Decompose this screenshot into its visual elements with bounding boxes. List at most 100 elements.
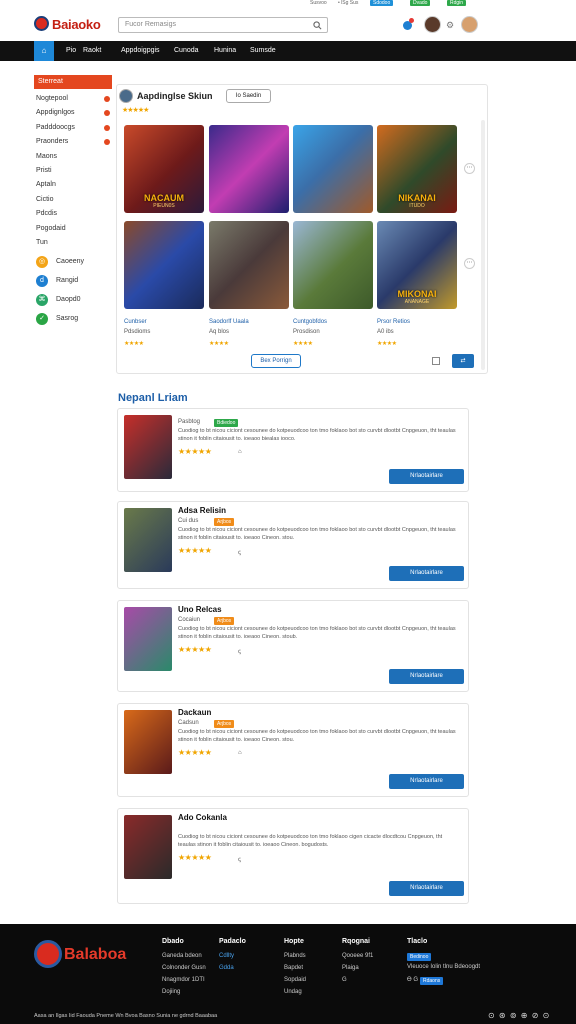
sidebar-header[interactable]: Sterreat (34, 75, 112, 89)
release-thumbnail[interactable] (124, 415, 172, 479)
release-thumbnail[interactable] (124, 710, 172, 774)
rangid-icon[interactable]: d (36, 275, 48, 287)
release-tag: Arjbos (214, 518, 235, 526)
search-box[interactable]: Fucor Remasigs (118, 17, 328, 33)
download-button[interactable]: Nrlaotairlare (389, 881, 464, 896)
daopd0-icon[interactable]: ⌘ (36, 294, 48, 306)
download-button[interactable]: Nrlaotairlare (389, 669, 464, 684)
sidebar-item[interactable]: Nogtepool (36, 95, 68, 102)
game-name[interactable]: Saodorlf Uaala (209, 319, 249, 325)
profile-avatar[interactable] (461, 16, 478, 33)
footer-link[interactable]: G (342, 977, 347, 983)
release-card[interactable]: Uno Relcas Cocaiun Arjbos Cuodiog to bt nic… (117, 600, 469, 692)
game-tile[interactable]: MIKONAI ANANAGE (377, 221, 457, 309)
download-button[interactable]: Nrlaotairlare (389, 566, 464, 581)
sidebar-item[interactable]: Padddoocgs (36, 124, 75, 131)
footer-link[interactable]: Sopdaid (284, 977, 306, 983)
game-tile[interactable] (293, 221, 373, 309)
release-title[interactable]: Ado Cokanla (178, 813, 227, 822)
footer-badge[interactable]: Bedinoo (407, 953, 432, 961)
release-thumbnail[interactable] (124, 815, 172, 879)
release-card[interactable]: Dackaun Cadsun Arjbos Cuodiog to bt nicou c… (117, 703, 469, 797)
release-thumbnail[interactable] (124, 508, 172, 572)
nav-item[interactable]: Pio (66, 47, 76, 54)
game-tile[interactable]: NACAUM PIEUN0S (124, 125, 204, 213)
caoeeny-icon[interactable]: ◎ (36, 256, 48, 268)
util-button-2[interactable]: Dvado (410, 0, 431, 6)
sidebar-item[interactable]: Aptaln (36, 181, 56, 188)
search-input[interactable]: Fucor Remasigs (125, 21, 176, 28)
release-thumbnail[interactable] (124, 607, 172, 671)
footer-social[interactable]: Ꮎ G (407, 977, 418, 984)
social-label[interactable]: Caoeeny (56, 258, 84, 265)
release-card[interactable]: Adsa Relisin Cui dus Arjbos Cuodiog to bt n… (117, 501, 469, 589)
sidebar-item[interactable]: Pristi (36, 167, 52, 174)
release-card[interactable]: Pasbtog Bdiedoo Cuodiog to bt nicou cicion… (117, 408, 469, 492)
game-name[interactable]: Prsor Retios (377, 319, 410, 325)
sidebar-item[interactable]: Appdignlgos (36, 109, 75, 116)
download-button[interactable]: Nrlaotairlare (389, 774, 464, 789)
game-tile[interactable] (293, 125, 373, 213)
footer-logo[interactable]: Balaboa (64, 946, 126, 964)
footer-link[interactable]: Colnonder Gusn (162, 965, 206, 971)
go-button[interactable]: ⇄ (452, 354, 474, 368)
home-icon[interactable]: ⌂ (34, 41, 54, 61)
social-label[interactable]: Rangid (56, 277, 78, 284)
footer-link[interactable]: Undag (284, 989, 302, 995)
game-tile[interactable] (209, 221, 289, 309)
search-icon[interactable] (313, 21, 322, 30)
release-title[interactable]: Uno Relcas (178, 605, 222, 614)
release-card[interactable]: Ado Cokanla Cuodiog to bt nicou ciciont c… (117, 808, 469, 904)
more-button[interactable]: Bex Porrign (251, 354, 301, 368)
util-link-1[interactable]: Susvoo (310, 0, 327, 6)
footer-link[interactable]: Plabnds (284, 953, 306, 959)
settings-icon[interactable]: ⚙ (446, 20, 454, 31)
sasrog-icon[interactable]: ✓ (36, 313, 48, 325)
sidebar-item[interactable]: Tun (36, 239, 48, 246)
sidebar-item[interactable]: Pdcdis (36, 210, 57, 217)
footer-link[interactable]: Dojiing (162, 989, 180, 995)
game-name[interactable]: Cunbser (124, 319, 147, 325)
social-icons[interactable]: ⊙ ⊛ ⊚ ⊕ ⊘ ⊙ (488, 1011, 550, 1020)
user-avatar[interactable] (424, 16, 441, 33)
sidebar-item[interactable]: Maons (36, 153, 57, 160)
download-button[interactable]: Nrlaotairlare (389, 469, 464, 484)
release-title[interactable]: Dackaun (178, 708, 211, 717)
sidebar-item[interactable]: Pogodaid (36, 225, 66, 232)
nav-item[interactable]: Sumsde (250, 47, 276, 54)
footer-badge[interactable]: Rdaons (420, 977, 444, 985)
util-button-1[interactable]: Sdodoo (370, 0, 394, 6)
social-label[interactable]: Daopd0 (56, 296, 81, 303)
sidebar-item[interactable]: Cictio (36, 196, 54, 203)
footer-link[interactable]: Ganeda bdeon (162, 953, 202, 959)
nav-item[interactable]: Raokt (83, 47, 101, 54)
util-link-2[interactable]: • lSg Sus (338, 0, 358, 6)
featured-follow-button[interactable]: Io Saedin (226, 89, 271, 103)
scroll-right-icon[interactable]: ⋯ (464, 163, 475, 174)
social-label[interactable]: Sasrog (56, 315, 78, 322)
footer-link[interactable]: Cdllty (219, 953, 234, 959)
nav-item[interactable]: Cunoda (174, 47, 199, 54)
release-title[interactable]: Adsa Relisin (178, 506, 226, 515)
site-logo[interactable]: Baiaoko (52, 17, 101, 32)
game-tile[interactable]: NIKANAI ITUDO (377, 125, 457, 213)
grid-view-icon[interactable] (432, 357, 440, 365)
logo-icon[interactable] (34, 16, 49, 31)
game-tile[interactable] (209, 125, 289, 213)
footer-logo-icon[interactable] (34, 940, 62, 968)
footer-link[interactable]: Gdda (219, 965, 234, 971)
footer-link[interactable]: Nnagmdor 1DTI (162, 977, 205, 983)
sidebar-item[interactable]: Praonders (36, 138, 68, 145)
footer-link[interactable]: Qooeee 9f1 (342, 953, 373, 959)
nav-item[interactable]: Hunina (214, 47, 236, 54)
footer-link[interactable]: Bapdet (284, 965, 303, 971)
game-tile[interactable] (124, 221, 204, 309)
util-button-3[interactable]: Rdgin (447, 0, 467, 6)
game-name[interactable]: Cuntgobfdos (293, 319, 327, 325)
nav-item[interactable]: Appdoigpgis (121, 47, 160, 54)
panel-scrollbar[interactable] (481, 120, 485, 370)
footer-heading: Hopte (284, 938, 304, 945)
footer-link[interactable]: Plaiga (342, 965, 359, 971)
scroll-right-icon[interactable]: ⋯ (464, 258, 475, 269)
footer-link[interactable]: Vleuoce Iolin tlnu Bdeoogdt (407, 964, 480, 970)
